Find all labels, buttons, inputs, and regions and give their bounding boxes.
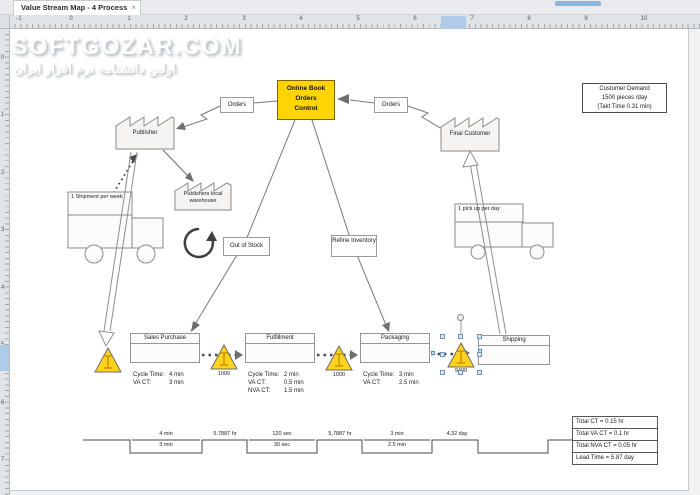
truck-left-label: 1 Shipment per week xyxy=(71,194,129,201)
inventory-count-3: 1000 xyxy=(324,372,354,378)
process-stats-fulfillment[interactable]: Cycle Time:2 min VA CT:0.5 min NVA CT:1.… xyxy=(248,371,304,395)
inventory-triangle-1[interactable] xyxy=(95,348,121,372)
connection-endpoint[interactable] xyxy=(431,351,435,355)
process-box-packaging[interactable]: Packaging xyxy=(360,333,430,363)
stat-value: 2.5 min xyxy=(399,380,419,386)
control-line3: Control xyxy=(278,104,334,114)
orders-label-left[interactable]: Orders xyxy=(220,97,254,113)
process-box-fulfillment[interactable]: Fulfillment xyxy=(245,333,315,363)
process-box-shipping[interactable]: Shipping xyxy=(478,335,550,365)
stat-label: VA CT: xyxy=(363,379,399,387)
loop-arrow-icon[interactable] xyxy=(185,229,217,257)
demand-line1: Customer Demand xyxy=(583,85,666,94)
timeline-wait-3: 4.32 day xyxy=(429,430,485,438)
refine-inventory-label[interactable]: Refine Inventory xyxy=(331,235,377,257)
stat-value: 4 min xyxy=(169,372,184,378)
final-customer-label: Final Customer xyxy=(441,131,499,138)
stat-value: 3 min xyxy=(399,372,414,378)
stat-label: Cycle Time: xyxy=(133,371,169,379)
timeline-va-2: 30 sec xyxy=(246,441,318,449)
selection-handle[interactable] xyxy=(477,352,482,357)
selection-handle[interactable] xyxy=(477,334,482,339)
stat-value: 1.5 min xyxy=(284,388,304,394)
publisher-shipment-outline-arrow[interactable] xyxy=(99,152,137,346)
publisher-label: Publisher xyxy=(116,130,174,137)
stat-label: VA CT: xyxy=(248,379,284,387)
process-box-sales-purchase[interactable]: Sales Purchase xyxy=(130,333,200,363)
process-stats-sales-purchase[interactable]: Cycle Time:4 min VA CT:3 min xyxy=(133,371,184,387)
inventory-triangle-2[interactable] xyxy=(211,345,237,369)
production-control-box[interactable]: Online Book Orders Control xyxy=(277,80,335,120)
rotation-handle[interactable] xyxy=(457,314,464,321)
out-of-stock-label[interactable]: Out of Stock xyxy=(223,237,270,256)
timeline-wait-1: 5.7887 hr xyxy=(197,430,253,438)
timeline-ct-1: 4 min xyxy=(131,430,201,438)
process-stats-packaging[interactable]: Cycle Time:3 min VA CT:2.5 min xyxy=(363,371,419,387)
control-to-packaging-connector[interactable] xyxy=(312,120,390,332)
control-line2: Orders xyxy=(278,94,334,104)
stat-value: 2 min xyxy=(284,372,299,378)
inventory-count-2: 1000 xyxy=(209,371,239,377)
stat-label: Cycle Time: xyxy=(248,371,284,379)
selection-handle[interactable] xyxy=(440,334,445,339)
demand-line2: 1500 pieces /day xyxy=(583,94,666,103)
orders-label-right[interactable]: Orders xyxy=(374,97,408,113)
timeline-ct-3: 3 min xyxy=(361,430,433,438)
stat-label: Cycle Time: xyxy=(363,371,399,379)
publisher-to-warehouse-arrow[interactable] xyxy=(163,150,194,182)
control-line1: Online Book xyxy=(278,84,334,94)
demand-line3: (Takt Time 0.31 min) xyxy=(583,103,666,112)
selection-handle[interactable] xyxy=(458,334,463,339)
selection-handle[interactable] xyxy=(458,370,463,375)
timeline-va-3: 2.5 min xyxy=(361,441,433,449)
process-title: Packaging xyxy=(361,334,429,344)
timeline-va-1: 3 min xyxy=(131,441,201,449)
selection-handle[interactable] xyxy=(477,370,482,375)
control-to-sales-connector[interactable] xyxy=(191,120,295,332)
customer-demand-box[interactable]: Customer Demand 1500 pieces /day (Takt T… xyxy=(582,83,667,113)
inventory-triangle-4-selected[interactable] xyxy=(448,321,474,367)
truck-right-label: 1 pick up per day xyxy=(458,206,520,213)
stat-value: 0.5 min xyxy=(284,380,304,386)
timeline-ct-2: 120 sec xyxy=(246,430,318,438)
lead-time[interactable]: Lead Time = 5.87 day xyxy=(572,452,658,465)
process-title: Shipping xyxy=(479,336,549,346)
timeline-wait-2: 5.7887 hr xyxy=(312,430,368,438)
stat-label: VA CT: xyxy=(133,379,169,387)
stat-value: 3 min xyxy=(169,380,184,386)
selection-handle[interactable] xyxy=(440,352,445,357)
selection-handle[interactable] xyxy=(440,370,445,375)
inventory-triangle-3[interactable] xyxy=(326,346,352,370)
stat-label: NVA CT: xyxy=(248,387,284,395)
process-title: Sales Purchase xyxy=(131,334,199,344)
visio-vsm-window: { "window": { "tab_title": "Value Stream… xyxy=(0,0,700,495)
process-title: Fulfillment xyxy=(246,334,314,344)
warehouse-label: Publishers local warehouse xyxy=(175,191,231,205)
